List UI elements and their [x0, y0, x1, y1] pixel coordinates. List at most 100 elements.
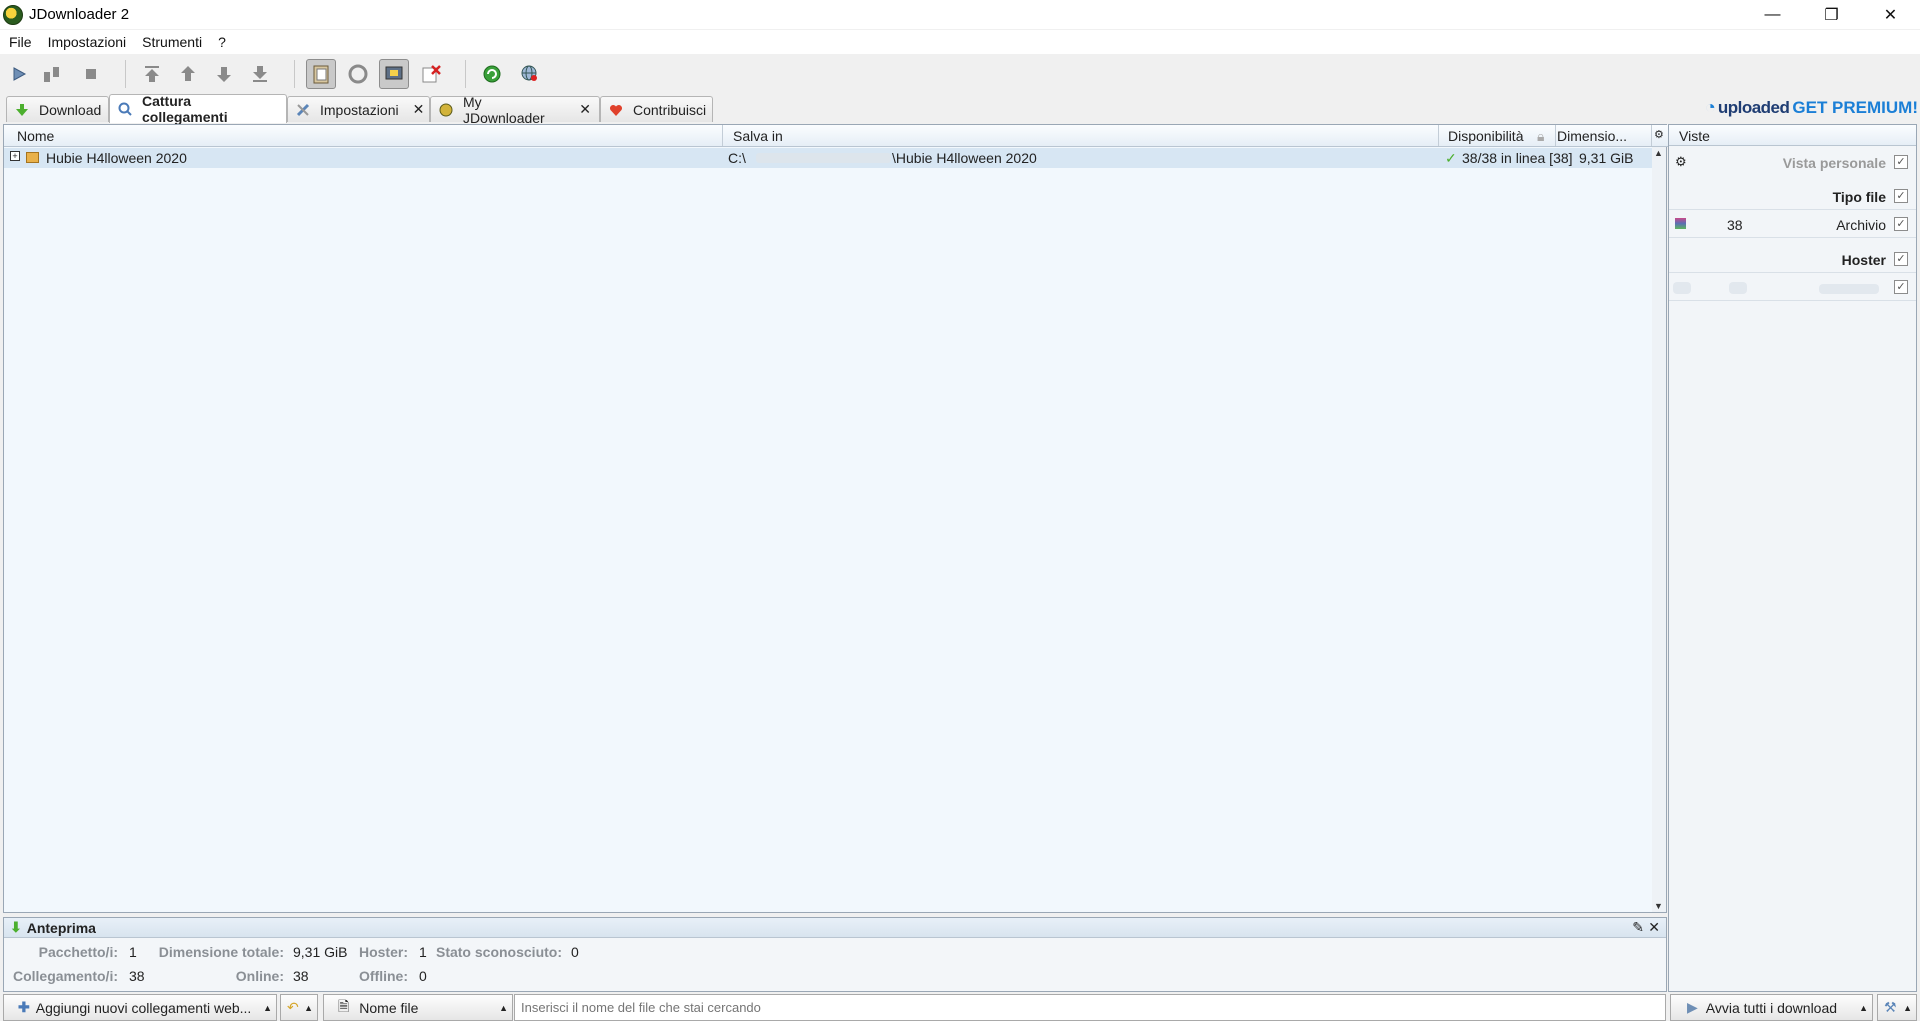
column-name[interactable]: Nome: [17, 128, 54, 144]
close-tab-icon[interactable]: ✕: [579, 101, 591, 118]
filetype-header: Tipo file: [1832, 189, 1886, 205]
linkgrabber-table: Nome Salva in Disponibilità 🔒︎ Dimensio.…: [3, 124, 1668, 913]
bottom-bar: ✚ Aggiungi nuovi collegamenti web... ▲ ↶…: [0, 994, 1920, 1021]
move-down-icon[interactable]: [209, 59, 239, 89]
tab-download[interactable]: Download: [6, 96, 109, 122]
undo-dropdown-icon[interactable]: ▲: [304, 1003, 313, 1013]
play-icon[interactable]: [4, 59, 34, 89]
close-tab-icon[interactable]: ✕: [413, 101, 425, 118]
reconnect-globe-icon[interactable]: [514, 59, 544, 89]
start-all-button[interactable]: ▶ Avvia tutti i download ▲: [1670, 994, 1873, 1021]
jdownloader-logo-icon: [3, 4, 23, 25]
menu-file[interactable]: File: [9, 34, 32, 50]
toolbar: [0, 56, 1920, 92]
offline-label: Offline:: [359, 968, 408, 984]
window-controls: — ❐ ✕: [1743, 0, 1920, 29]
tab-contribute[interactable]: Contribuisci: [600, 96, 713, 122]
hoster-header-row[interactable]: Hoster ✓: [1669, 247, 1916, 273]
column-save-in[interactable]: Salva in: [733, 128, 783, 144]
table-row[interactable]: + Hubie H4lloween 2020 C:\ \Hubie H4llow…: [4, 148, 1652, 168]
hoster-entry-checkbox[interactable]: ✓: [1894, 280, 1908, 294]
availability-value: 38/38 in linea [38]: [1462, 150, 1573, 166]
archive-checkbox[interactable]: ✓: [1894, 217, 1908, 231]
filetype-checkbox[interactable]: ✓: [1894, 189, 1908, 203]
expand-icon[interactable]: +: [10, 151, 20, 161]
close-window-button[interactable]: ✕: [1861, 0, 1920, 29]
total-size-label: Dimensione totale:: [158, 944, 284, 960]
update-icon[interactable]: [477, 59, 507, 89]
menu-settings[interactable]: Impostazioni: [48, 34, 127, 50]
preview-title: Anteprima: [26, 919, 96, 936]
start-arrow-icon: ▶: [1687, 999, 1698, 1015]
hoster-name-redacted: [1819, 284, 1879, 294]
save-in-prefix: C:\: [728, 150, 746, 166]
add-links-label: Aggiungi nuovi collegamenti web...: [35, 999, 252, 1016]
pause-icon[interactable]: [38, 59, 68, 89]
restore-button[interactable]: ❐: [1802, 0, 1861, 29]
search-field-label: Nome file: [359, 999, 419, 1016]
premium-cta: GET PREMIUM!: [1792, 97, 1918, 117]
column-size[interactable]: Dimensio...: [1557, 128, 1627, 144]
search-field-dropdown-icon[interactable]: ▲: [499, 1003, 508, 1013]
clipboard-monitor-icon[interactable]: [306, 59, 336, 89]
minimize-button[interactable]: —: [1743, 0, 1802, 29]
custom-view-checkbox[interactable]: ✓: [1894, 155, 1908, 169]
stop-icon[interactable]: [76, 59, 106, 89]
vertical-scrollbar[interactable]: ▲ ▼: [1652, 147, 1666, 912]
move-top-icon[interactable]: [137, 59, 167, 89]
heart-icon: [609, 103, 623, 117]
package-icon: [26, 152, 39, 163]
archive-label: Archivio: [1836, 217, 1886, 233]
links-label: Collegamento/i:: [12, 968, 118, 984]
search-field-selector[interactable]: 🗎︎ Nome file ▲: [323, 994, 513, 1021]
redacted-path: [756, 153, 891, 163]
search-input[interactable]: [514, 994, 1666, 1021]
filetype-archive-row[interactable]: 38 Archivio ✓: [1669, 212, 1916, 238]
move-up-icon[interactable]: [173, 59, 203, 89]
settings-dropdown-icon[interactable]: ▲: [1903, 1003, 1912, 1013]
hoster-value: 1: [419, 944, 427, 960]
add-links-dropdown-icon[interactable]: ▲: [263, 1003, 272, 1013]
premium-banner[interactable]: ◔ uploaded GET PREMIUM!: [1705, 97, 1918, 118]
filetype-header-row[interactable]: Tipo file ✓: [1669, 184, 1916, 210]
hoster-icon: [1673, 282, 1691, 294]
start-all-dropdown-icon[interactable]: ▲: [1859, 1003, 1868, 1013]
preview-pin-icon[interactable]: ✎: [1632, 919, 1644, 936]
hoster-checkbox[interactable]: ✓: [1894, 252, 1908, 266]
move-bottom-icon[interactable]: [245, 59, 275, 89]
views-title: Viste: [1669, 125, 1916, 146]
hoster-entry-row[interactable]: ✓: [1669, 275, 1916, 301]
undo-button[interactable]: ↶ ▲: [280, 994, 318, 1021]
tab-myjdownloader[interactable]: My JDownloader ✕: [430, 94, 600, 126]
archive-icon: [1675, 218, 1686, 229]
settings-menu-button[interactable]: ⚒ ▲: [1877, 994, 1917, 1021]
custom-view-row[interactable]: ⚙ Vista personale ✓: [1669, 150, 1916, 176]
myjd-icon: [439, 103, 453, 117]
tab-settings[interactable]: Impostazioni ✕: [287, 96, 430, 122]
offline-value: 0: [419, 968, 427, 984]
packages-label: Pacchetto/i:: [38, 944, 118, 960]
online-check-icon: ✓: [1445, 150, 1457, 166]
hoster-label: Hoster:: [358, 944, 408, 960]
packages-value: 1: [129, 944, 137, 960]
window-title: JDownloader 2: [29, 6, 130, 23]
add-links-button[interactable]: ✚ Aggiungi nuovi collegamenti web... ▲: [3, 994, 277, 1021]
preview-arrow-icon: ⬇: [10, 919, 22, 935]
menu-tools[interactable]: Strumenti: [142, 34, 202, 50]
silent-mode-icon[interactable]: [379, 59, 409, 89]
scroll-up-icon[interactable]: ▲: [1654, 148, 1663, 158]
column-settings-icon[interactable]: ⚙: [1654, 128, 1664, 141]
menu-bar: File Impostazioni Strumenti ?: [0, 30, 1920, 54]
clear-list-icon[interactable]: [416, 59, 446, 89]
scroll-down-icon[interactable]: ▼: [1654, 901, 1663, 911]
archive-count: 38: [1727, 217, 1743, 233]
menu-help[interactable]: ?: [218, 34, 226, 50]
premium-brand: uploaded: [1717, 97, 1790, 117]
preview-close-icon[interactable]: ✕: [1648, 919, 1660, 936]
column-availability[interactable]: Disponibilità: [1448, 128, 1523, 144]
tab-linkgrabber-label: Cattura collegamenti: [142, 93, 228, 125]
title-bar: JDownloader 2 — ❐ ✕: [0, 0, 1920, 29]
tab-linkgrabber[interactable]: Cattura collegamenti: [109, 93, 287, 125]
auto-reconnect-icon[interactable]: [343, 59, 373, 89]
views-panel: Viste ⚙ Vista personale ✓ Tipo file ✓ 38…: [1668, 124, 1917, 992]
